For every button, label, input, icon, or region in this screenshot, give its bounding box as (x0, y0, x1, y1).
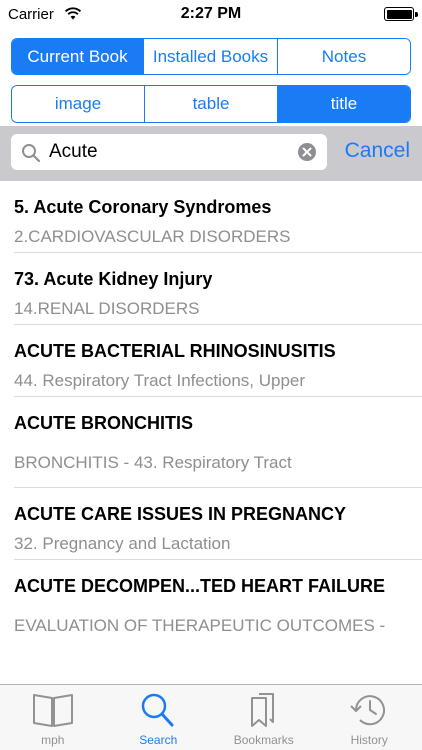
book-icon (32, 694, 73, 727)
magnifier-icon (22, 144, 41, 163)
filter-table[interactable]: table (145, 86, 278, 122)
tab-label: mph (41, 733, 65, 747)
results-list: 5. Acute Coronary Syndromes 2.CARDIOVASC… (0, 181, 422, 651)
list-item[interactable]: ACUTE DECOMPEN...TED HEART FAILURE EVALU… (14, 560, 422, 651)
list-item[interactable]: ACUTE CARE ISSUES IN PREGNANCY 32. Pregn… (14, 488, 422, 560)
list-item[interactable]: 73. Acute Kidney Injury 14.RENAL DISORDE… (14, 253, 422, 325)
result-subtitle: 44. Respiratory Tract Infections, Upper (14, 371, 306, 390)
book-scope-control: Current Book Installed Books Notes (11, 38, 411, 75)
result-subtitle: 2.CARDIOVASCULAR DISORDERS (14, 227, 291, 246)
clock: 2:27 PM (180, 5, 242, 22)
search-bar: Cancel (0, 126, 422, 181)
status-bar: Carrier 2:27 PM (0, 0, 422, 28)
history-icon (350, 695, 386, 726)
result-title: 5. Acute Coronary Syndromes (14, 197, 272, 217)
tab-label: History (350, 733, 388, 747)
tab-notes[interactable]: Notes (278, 39, 410, 74)
result-subtitle: EVALUATION OF THERAPEUTIC OUTCOMES - (14, 616, 386, 635)
tab-bar: mph Search Bookmarks History (0, 684, 422, 750)
search-filter-control: image table title (11, 85, 411, 123)
cancel-button[interactable]: Cancel (345, 139, 410, 163)
tab-label: Bookmarks (233, 733, 294, 747)
filter-title[interactable]: title (278, 86, 410, 122)
result-title: 73. Acute Kidney Injury (14, 269, 213, 289)
clear-icon[interactable] (297, 142, 317, 162)
search-field[interactable] (11, 134, 327, 170)
result-subtitle: 32. Pregnancy and Lactation (14, 534, 231, 553)
tab-mph[interactable]: mph (0, 685, 106, 750)
tab-current-book[interactable]: Current Book (12, 39, 144, 74)
tab-bookmarks[interactable]: Bookmarks (211, 685, 317, 750)
filter-image[interactable]: image (12, 86, 145, 122)
tab-installed-books[interactable]: Installed Books (144, 39, 278, 74)
list-item[interactable]: ACUTE BRONCHITIS BRONCHITIS - 43. Respir… (14, 397, 422, 488)
result-title: ACUTE CARE ISSUES IN PREGNANCY (14, 504, 347, 524)
tab-history[interactable]: History (317, 685, 422, 750)
tab-search[interactable]: Search (106, 685, 212, 750)
search-icon (142, 693, 174, 727)
result-title: ACUTE BACTERIAL RHINOSINUSITIS (14, 341, 336, 361)
bookmarks-icon (250, 693, 274, 727)
result-subtitle: 14.RENAL DISORDERS (14, 299, 200, 318)
battery-icon (384, 7, 418, 21)
list-item[interactable]: 5. Acute Coronary Syndromes 2.CARDIOVASC… (14, 181, 422, 253)
list-item[interactable]: ACUTE BACTERIAL RHINOSINUSITIS 44. Respi… (14, 325, 422, 397)
result-title: ACUTE DECOMPEN...TED HEART FAILURE (14, 576, 386, 596)
tab-label: Search (139, 733, 178, 747)
result-subtitle: BRONCHITIS - 43. Respiratory Tract (14, 453, 292, 472)
search-input[interactable] (49, 134, 299, 170)
result-title: ACUTE BRONCHITIS (14, 413, 193, 433)
